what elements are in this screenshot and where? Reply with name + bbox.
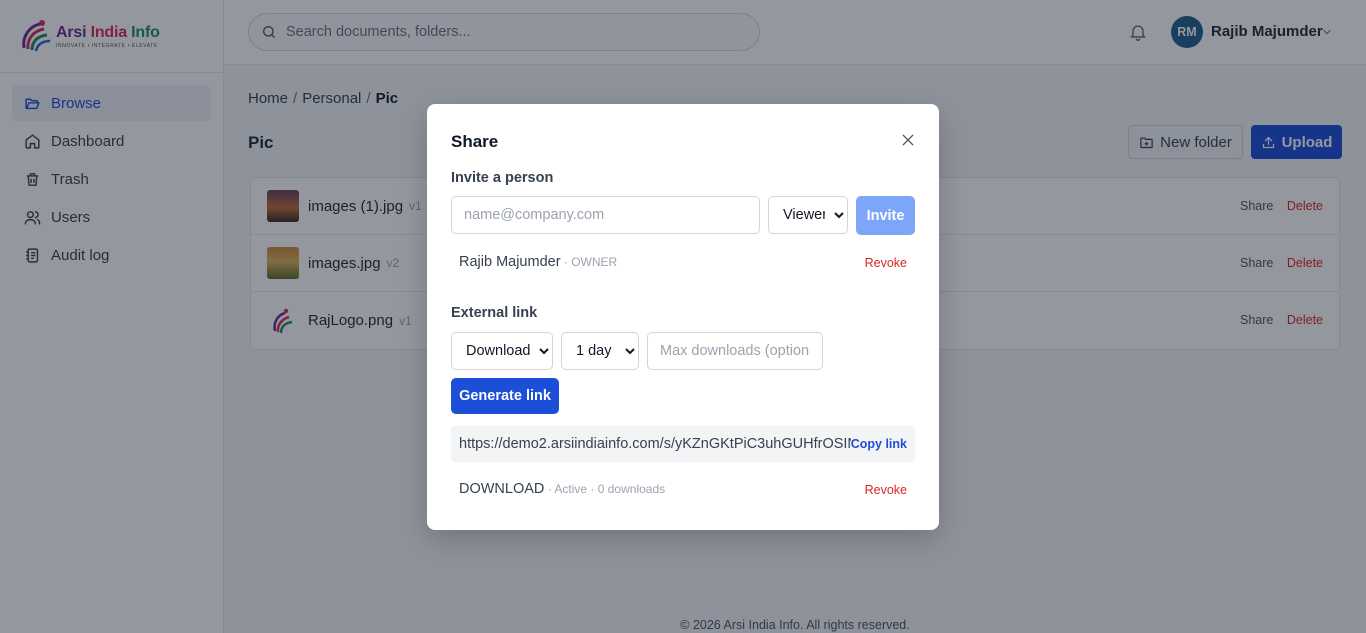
share-entry-name: Rajib Majumder · OWNER: [459, 254, 617, 270]
share-entry-owner: Rajib Majumder · OWNER Revoke: [451, 246, 915, 280]
external-link-heading: External link: [451, 305, 538, 321]
generated-link-box: https://demo2.arsiindiainfo.com/s/yKZnGK…: [451, 426, 915, 462]
link-type-select[interactable]: Download: [451, 332, 553, 370]
max-downloads-input[interactable]: [647, 332, 823, 370]
revoke-link-button[interactable]: Revoke: [865, 483, 907, 497]
share-dialog: Share Invite a person Viewer Invite Raji…: [427, 104, 939, 530]
role-select[interactable]: Viewer: [768, 196, 848, 234]
email-input[interactable]: [451, 196, 760, 234]
copy-link-button[interactable]: Copy link: [851, 437, 907, 451]
expiry-select[interactable]: 1 day: [561, 332, 639, 370]
external-link-entry: DOWNLOAD · Active · 0 downloads Revoke: [451, 473, 915, 507]
external-link-info: DOWNLOAD · Active · 0 downloads: [459, 481, 665, 497]
link-status: · Active · 0 downloads: [544, 482, 666, 496]
close-icon[interactable]: [900, 132, 916, 148]
generate-link-button[interactable]: Generate link: [451, 378, 559, 414]
link-url[interactable]: https://demo2.arsiindiainfo.com/s/yKZnGK…: [459, 436, 851, 452]
modal-title: Share: [451, 132, 499, 151]
invite-button[interactable]: Invite: [856, 196, 915, 235]
revoke-owner-button[interactable]: Revoke: [865, 256, 907, 270]
link-kind: DOWNLOAD: [459, 481, 545, 497]
owner-role: · OWNER: [560, 255, 618, 269]
owner-name: Rajib Majumder: [459, 254, 561, 270]
invite-heading: Invite a person: [451, 170, 554, 186]
